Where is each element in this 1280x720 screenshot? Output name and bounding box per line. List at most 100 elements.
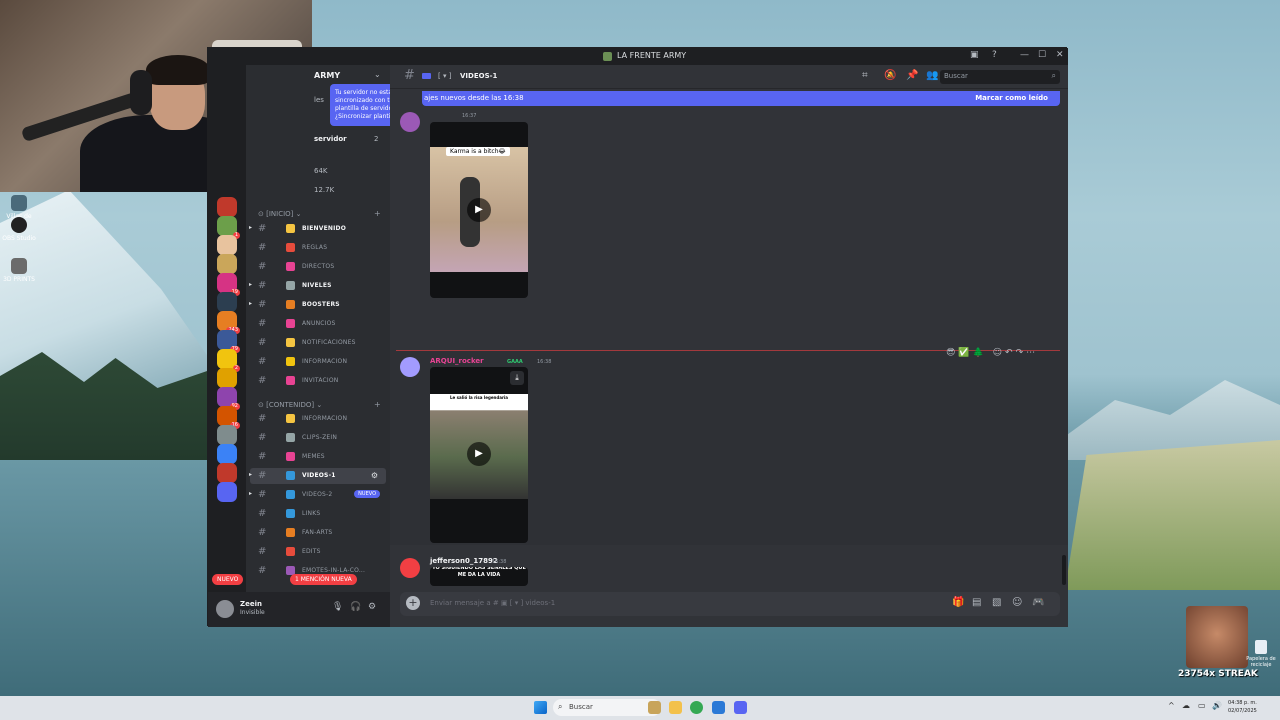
gear-icon[interactable]: ⚙ — [371, 471, 378, 480]
channel-item[interactable]: # NOTIFICACIONES — [250, 335, 386, 351]
threads-icon[interactable]: ⌗ — [862, 70, 868, 81]
close-button[interactable]: ✕ — [1056, 50, 1064, 60]
server-icon[interactable] — [217, 444, 237, 464]
add-channel-icon[interactable]: + — [374, 209, 381, 218]
play-icon[interactable]: ▶ — [467, 442, 491, 466]
streak-counter: 23754x STREAK — [1178, 669, 1258, 679]
server-icon[interactable] — [217, 254, 237, 274]
gear-icon[interactable]: ⚙ — [368, 602, 376, 612]
chat-scrollbar[interactable] — [1062, 555, 1066, 585]
server-icon[interactable]: 2 — [217, 349, 240, 372]
channel-item[interactable]: ▸ # BIENVENIDO — [249, 221, 386, 237]
add-attachment-icon[interactable]: + — [406, 596, 420, 610]
video-attachment[interactable]: YO SIGUIENDO LAS SEÑALES QUE ME DA LA VI… — [430, 567, 528, 586]
maximize-button[interactable]: ☐ — [1038, 50, 1046, 60]
notifications-icon[interactable]: 🔕 — [884, 70, 896, 81]
taskbar-clock[interactable]: 04:38 p. m. 02/07/2025 — [1228, 699, 1257, 715]
emoji-icon[interactable]: ☺ — [1012, 597, 1022, 608]
desktop-icon-obs[interactable]: OBS Studio — [2, 217, 36, 242]
channel-emoji-icon — [286, 547, 295, 556]
sticker-icon[interactable]: ▧ — [992, 597, 1001, 608]
headphones-icon[interactable]: 🎧 — [350, 602, 361, 612]
message-author[interactable]: jefferson0_17892 — [430, 557, 498, 565]
mention-pill[interactable]: 1 MENCIÓN NUEVA — [290, 574, 357, 585]
channel-item[interactable]: ▸ # VIDEOS-1 ⚙ — [249, 468, 386, 484]
minimize-button[interactable]: — — [1020, 50, 1029, 60]
channel-item[interactable]: # INFORMACION — [250, 411, 386, 427]
server-icon[interactable]: 16 — [217, 406, 240, 429]
windows-start-icon[interactable] — [534, 701, 547, 714]
tray-cloud-icon[interactable]: ☁ — [1182, 701, 1190, 710]
channel-item[interactable]: # REGLAS — [250, 240, 386, 256]
search-input[interactable]: Buscar ⌕ — [940, 70, 1060, 84]
mark-read-button[interactable]: Marcar como leído — [975, 94, 1048, 102]
help-icon[interactable]: ? — [992, 50, 997, 60]
taskbar-widget-icon[interactable] — [648, 701, 661, 714]
wifi-icon[interactable]: ▭ — [1198, 701, 1206, 710]
download-icon[interactable]: ⤓ — [510, 371, 524, 385]
server-icon[interactable] — [217, 292, 237, 312]
pin-icon[interactable]: 📌 — [906, 70, 918, 81]
channel-item[interactable]: # ANUNCIOS — [250, 316, 386, 332]
avatar[interactable] — [400, 112, 420, 132]
channel-item[interactable]: # CLIPS-ZEIN — [250, 430, 386, 446]
play-icon[interactable]: ▶ — [467, 198, 491, 222]
template-sync-tooltip[interactable]: Tu servidor no está sincronizado con tu … — [330, 84, 390, 126]
new-badge-left[interactable]: NUEVO — [212, 574, 244, 585]
channel-label: LINKS — [302, 510, 321, 517]
app-icon[interactable] — [712, 701, 725, 714]
avatar[interactable] — [400, 558, 420, 578]
avatar[interactable] — [216, 600, 234, 618]
add-channel-icon[interactable]: + — [374, 400, 381, 409]
tray-chevron-icon[interactable]: ^ — [1168, 701, 1175, 710]
category-inicio[interactable]: ⊙ [INICIO] ⌄ — [258, 210, 301, 218]
message-author[interactable]: ARQUI_rocker — [430, 357, 484, 365]
video-attachment[interactable]: Karma is a bitch😂 ▶ — [430, 122, 528, 298]
members-icon[interactable]: 👥 — [926, 70, 938, 81]
category-contenido[interactable]: ⊙ [CONTENIDO] ⌄ — [258, 401, 322, 409]
desktop-icon-3d-prints[interactable]: 3D PRINTS — [2, 258, 36, 283]
server-icon[interactable]: 79 — [217, 330, 240, 353]
chevron-down-icon[interactable]: ⌄ — [374, 70, 381, 79]
channel-item[interactable]: # EDITS — [250, 544, 386, 560]
server-icon[interactable] — [217, 425, 237, 445]
channel-item[interactable]: # MEMES — [250, 449, 386, 465]
apps-icon[interactable]: 🎮 — [1032, 597, 1044, 608]
channel-item[interactable]: # FAN-ARTS — [250, 525, 386, 541]
recycle-bin-icon[interactable]: Papelera de reciclaje — [1246, 640, 1276, 668]
server-icon[interactable] — [217, 197, 237, 217]
channel-item[interactable]: ▸ # VIDEOS-2 NUEVO — [249, 487, 386, 503]
server-icon[interactable]: 19 — [217, 273, 240, 296]
channel-name: VIDEOS-1 — [460, 72, 498, 80]
server-icon[interactable] — [217, 463, 237, 483]
gift-icon[interactable]: 🎁 — [952, 597, 964, 608]
server-icon[interactable]: 92 — [217, 387, 240, 410]
volume-icon[interactable]: 🔊 — [1212, 701, 1222, 710]
channel-item[interactable]: ▸ # NIVELES — [249, 278, 386, 294]
file-explorer-icon[interactable] — [669, 701, 682, 714]
chrome-icon[interactable] — [690, 701, 703, 714]
taskbar-search[interactable]: ⌕ Buscar — [553, 699, 661, 716]
video-attachment[interactable]: ⤓ Le salió la risa legendaria ▶ — [430, 367, 528, 543]
message-composer[interactable]: + Enviar mensaje a # ▣ [ ▾ ] videos-1 🎁 … — [400, 592, 1060, 616]
channel-item[interactable]: # INFORMACION — [250, 354, 386, 370]
server-icon[interactable] — [217, 368, 237, 388]
server-icon[interactable]: 1 — [217, 216, 240, 239]
channel-item[interactable]: ▸ # BOOSTERS — [249, 297, 386, 313]
channel-item[interactable]: # LINKS — [250, 506, 386, 522]
server-icon[interactable] — [217, 235, 237, 255]
channel-item[interactable]: # INVITACION — [250, 373, 386, 389]
gif-icon[interactable]: ▤ — [972, 597, 981, 608]
hash-icon: # — [258, 318, 267, 329]
boost-progress-label[interactable]: servidor — [314, 135, 347, 143]
microphone-icon[interactable]: 🎙 — [332, 602, 343, 612]
new-messages-bar[interactable]: ajes nuevos desde las 16:38 Marcar como … — [422, 91, 1060, 106]
server-icon[interactable] — [217, 482, 237, 502]
avatar[interactable] — [400, 357, 420, 377]
server-name[interactable]: ARMY — [314, 71, 340, 80]
channel-item[interactable]: # DIRECTOS — [250, 259, 386, 275]
inbox-icon[interactable]: ▣ — [970, 50, 979, 60]
discord-taskbar-icon[interactable] — [734, 701, 747, 714]
server-icon[interactable]: 243 — [217, 311, 240, 334]
message-actions[interactable]: 😎✅🌲 ☺↶↷⋯ — [946, 348, 1038, 358]
